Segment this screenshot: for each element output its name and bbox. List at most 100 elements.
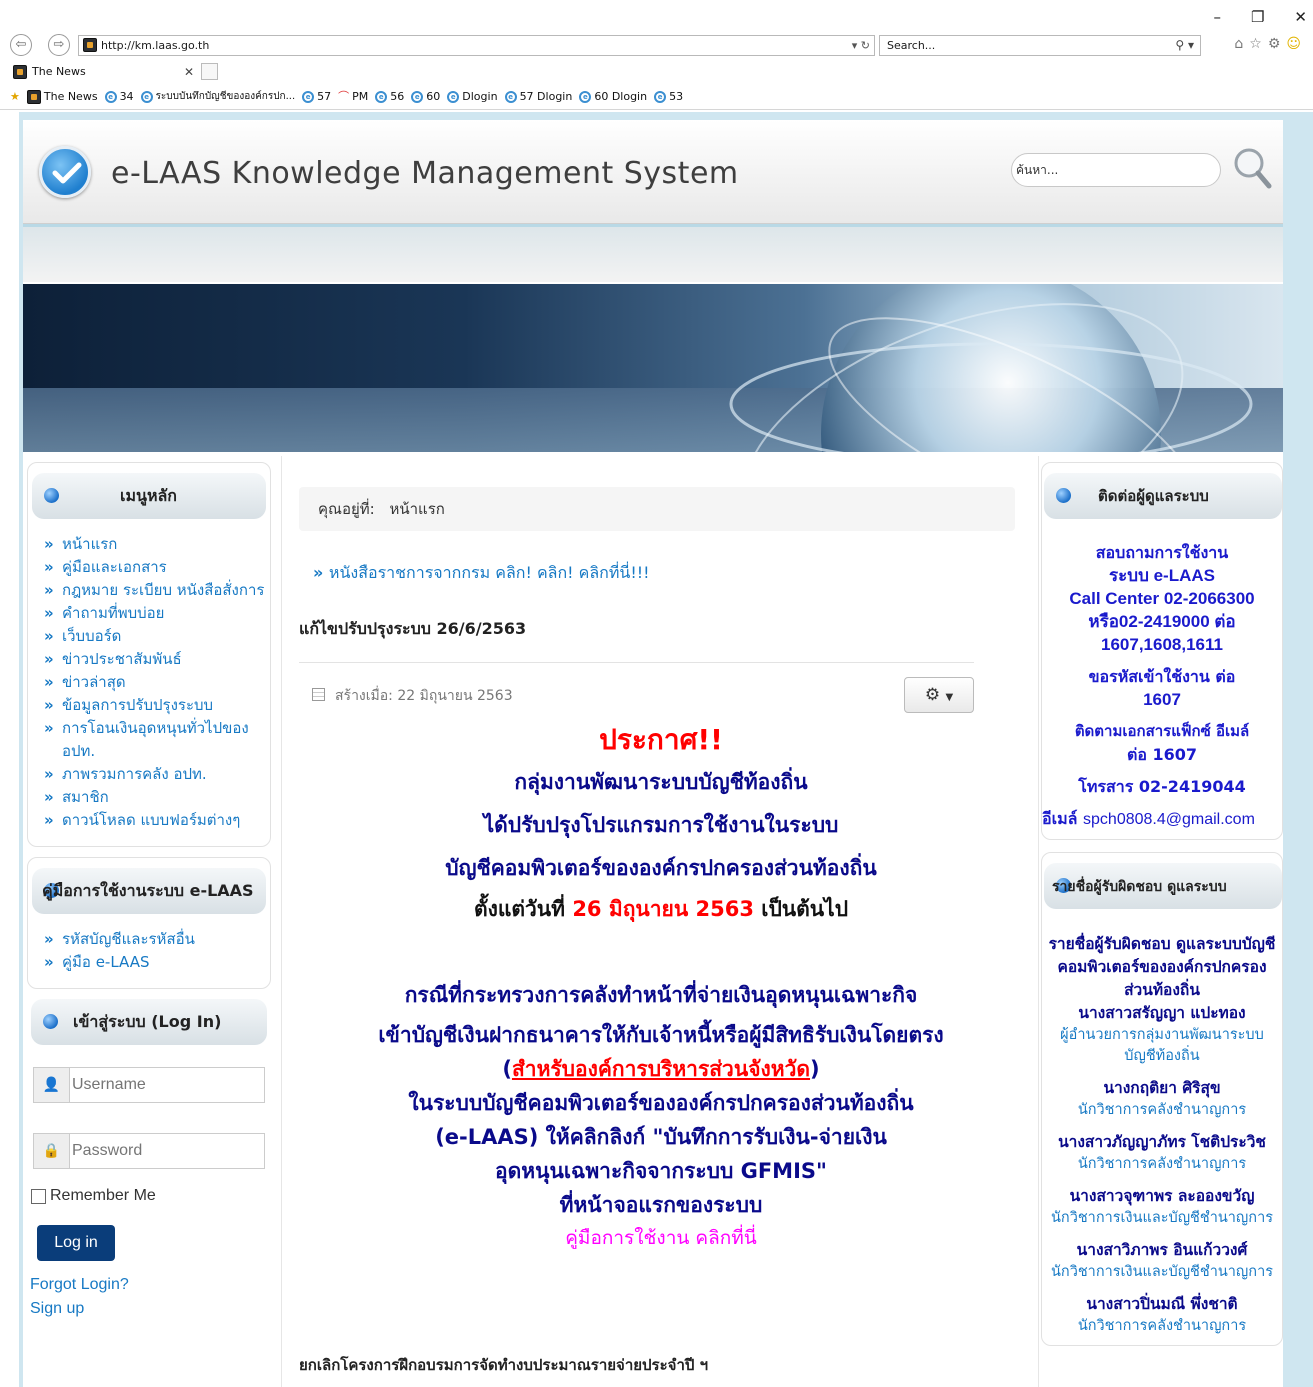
favorite-item[interactable]: e 57 Dlogin	[504, 89, 573, 105]
article-tools-button[interactable]: ⚙ ▼	[904, 677, 974, 713]
email-address[interactable]: spch0808.4@gmail.com	[1083, 811, 1255, 828]
announce-para-4: ในระบบบัญชีคอมพิวเตอร์ขององค์กรปกครองส่ว…	[408, 1091, 914, 1115]
fax-line: โทรสาร 02-2419044	[1078, 777, 1246, 796]
favorite-item[interactable]: ⌒ PM	[338, 89, 368, 105]
password-input[interactable]	[72, 1137, 260, 1165]
address-bar[interactable]: http://km.laas.go.th ▾ ↻	[78, 35, 875, 56]
favorite-label: PM	[352, 90, 369, 103]
top-nav-bar	[23, 224, 1283, 282]
contact-line: 1607	[1143, 690, 1181, 709]
password-field[interactable]: 🔒	[33, 1133, 265, 1169]
announce-line-4: ตั้งแต่วันที่ 26 มิถุนายน 2563 เป็นต้นไป	[282, 893, 1040, 926]
created-text: สร้างเมื่อ: 22 มิถุนายน 2563	[335, 688, 513, 704]
official-letters-link[interactable]: หนังสือราชการจากกรม คลิก! คลิก! คลิกที่น…	[313, 561, 650, 586]
user-icon: 👤	[34, 1068, 70, 1102]
announce-para-3: (สำหรับองค์การบริหารส่วนจังหวัด)	[502, 1057, 820, 1081]
back-button[interactable]: ⇦	[10, 34, 32, 56]
gear-icon: ⚙	[924, 685, 941, 705]
ie-page-icon: e	[579, 91, 592, 103]
globe-banner-image	[23, 284, 1283, 452]
guide-header: คู่มือการใช้งานระบบ e-LAAS	[32, 868, 266, 914]
provincial-org-link[interactable]: สำหรับองค์การบริหารส่วนจังหวัด	[512, 1057, 810, 1081]
site-title[interactable]: e-LAAS Knowledge Management System	[111, 156, 739, 191]
announce-date: 26 มิถุนายน 2563	[572, 897, 754, 921]
home-icon[interactable]: ⌂	[1234, 36, 1243, 52]
address-url: http://km.laas.go.th	[101, 39, 210, 52]
browser-search-input[interactable]: Search... ⚲ ▾	[879, 35, 1201, 56]
star-icon[interactable]: ☆	[1249, 36, 1262, 52]
minimize-icon[interactable]: –	[1213, 8, 1221, 26]
contact-line: 1607,1608,1611	[1101, 635, 1223, 654]
menu-item-finance-overview[interactable]: ภาพรวมการคลัง อปท.	[42, 763, 270, 786]
remember-me-label: Remember Me	[50, 1187, 156, 1204]
menu-item-faq[interactable]: คำถามที่พบบ่อย	[42, 602, 270, 625]
favorite-item[interactable]: e ระบบบันทึกบัญชีขององค์กรปก...	[140, 89, 296, 105]
contact-line: Call Center 02-2066300	[1069, 589, 1255, 608]
favorite-label: 60 Dlogin	[594, 90, 648, 103]
sign-up-link[interactable]: Sign up	[30, 1297, 271, 1321]
restore-icon[interactable]: ❐	[1251, 8, 1264, 26]
favorite-label: ระบบบันทึกบัญชีขององค์กรปก...	[155, 91, 296, 102]
favorite-item[interactable]: e 57	[302, 89, 331, 105]
gear-icon[interactable]: ⚙	[1268, 36, 1281, 52]
favorite-item[interactable]: e 60	[411, 89, 440, 105]
favorite-item[interactable]: e 34	[104, 89, 134, 105]
favorite-item[interactable]: e 56	[375, 89, 404, 105]
toolbar-icons: ⌂ ☆ ⚙ ☺	[1234, 36, 1301, 52]
smiley-icon[interactable]: ☺	[1286, 36, 1301, 52]
favorite-item[interactable]: The News	[26, 89, 98, 105]
article-created-date: สร้างเมื่อ: 22 มิถุนายน 2563	[312, 685, 513, 707]
staff-role: นักวิชาการคลังชำนาญการ	[1077, 1156, 1247, 1172]
menu-item-manuals[interactable]: คู่มือและเอกสาร	[42, 556, 270, 579]
menu-item-laws[interactable]: กฎหมาย ระเบียบ หนังสือสั่งการ	[42, 579, 270, 602]
menu-item-elaas-manual[interactable]: คู่มือ e-LAAS	[42, 951, 270, 974]
remember-me[interactable]: Remember Me	[31, 1187, 271, 1205]
ie-page-icon: e	[654, 91, 667, 103]
favorite-item[interactable]: e Dlogin	[447, 89, 498, 105]
article-title[interactable]: แก้ไขปรับปรุงระบบ 26/6/2563	[299, 617, 526, 642]
main-content: คุณอยู่ที่: หน้าแรก หนังสือราชการจากกรม …	[281, 456, 1039, 1387]
menu-item-members[interactable]: สมาชิก	[42, 786, 270, 809]
favorite-label: 57 Dlogin	[519, 90, 573, 103]
tab-title: The News	[32, 65, 86, 78]
login-button[interactable]: Log in	[37, 1225, 115, 1261]
ie-page-icon: e	[104, 91, 117, 103]
next-article-title[interactable]: ยกเลิกโครงการฝึกอบรมการจัดทำงบประมาณรายจ…	[299, 1353, 708, 1377]
close-icon[interactable]: ✕	[1294, 8, 1307, 26]
username-input[interactable]	[72, 1071, 260, 1099]
menu-item-system-updates[interactable]: ข้อมูลการปรับปรุงระบบ	[42, 694, 270, 717]
forgot-login-link[interactable]: Forgot Login?	[30, 1273, 271, 1297]
announce-para-5: (e-LAAS) ให้คลิกลิงก์ "บันทึกการรับเงิน-…	[435, 1125, 887, 1149]
staff-role: ผู้อำนวยการกลุ่มงานพัฒนาระบบบัญชีท้องถิ่…	[1060, 1027, 1264, 1064]
favorites-star-icon[interactable]: ★	[10, 89, 20, 105]
tab-the-news[interactable]: The News ✕	[10, 62, 196, 82]
close-tab-icon[interactable]: ✕	[184, 62, 194, 82]
menu-item-home[interactable]: หน้าแรก	[42, 533, 270, 556]
manual-link[interactable]: คู่มือการใช้งาน คลิกที่นี่	[282, 1223, 1040, 1253]
site-search-input[interactable]: ค้นหา...	[1011, 153, 1221, 187]
staff-title: รายชื่อผู้รับผิดชอบ ดูแลระบบ	[1052, 879, 1227, 895]
menu-item-latest-news[interactable]: ข่าวล่าสุด	[42, 671, 270, 694]
search-icon[interactable]	[1232, 146, 1272, 190]
announce-date-prefix: ตั้งแต่วันที่	[473, 897, 565, 921]
checkmark-logo-icon[interactable]	[39, 146, 91, 198]
ie-page-icon: e	[140, 91, 153, 103]
search-icon[interactable]: ⚲ ▾	[1175, 36, 1194, 55]
favorite-item[interactable]: e 53	[654, 89, 683, 105]
announce-para-6: อุดหนุนเฉพาะกิจจากระบบ GFMIS"	[495, 1159, 827, 1183]
menu-item-account-codes[interactable]: รหัสบัญชีและรหัสอื่น	[42, 928, 270, 951]
menu-item-subsidy-transfer[interactable]: การโอนเงินอุดหนุนทั่วไปของ อปท.	[42, 717, 270, 763]
favorite-item[interactable]: e 60 Dlogin	[579, 89, 647, 105]
username-field[interactable]: 👤	[33, 1067, 265, 1103]
breadcrumb-current: หน้าแรก	[389, 500, 445, 518]
remember-me-checkbox[interactable]	[31, 1188, 46, 1204]
new-tab-button[interactable]	[201, 63, 218, 80]
main-menu-header: เมนูหลัก	[32, 473, 266, 519]
contact-line: ต่อ 1607	[1126, 745, 1198, 764]
menu-item-pr-news[interactable]: ข่าวประชาสัมพันธ์	[42, 648, 270, 671]
menu-item-webboard[interactable]: เว็บบอร์ด	[42, 625, 270, 648]
menu-item-downloads[interactable]: ดาวน์โหลด แบบฟอร์มต่างๆ	[42, 809, 270, 832]
lock-icon: 🔒	[34, 1134, 70, 1168]
forward-button[interactable]: ⇨	[48, 34, 70, 56]
refresh-icon[interactable]: ▾ ↻	[852, 36, 870, 55]
